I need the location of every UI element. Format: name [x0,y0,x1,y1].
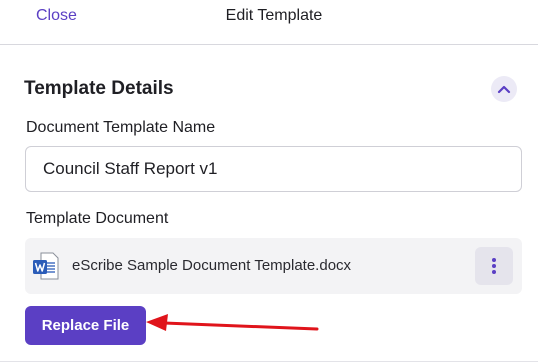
header-title: Edit Template [225,7,323,24]
section-title: Template Details [24,78,174,99]
template-name-label: Document Template Name [26,119,216,136]
chevron-up-icon [497,85,511,94]
annotation-arrow [146,314,319,331]
file-name: eScribe Sample Document Template.docx [72,257,352,274]
collapse-section-button[interactable] [491,76,517,102]
file-menu-button[interactable] [475,247,513,285]
replace-file-button[interactable]: Replace File [25,306,146,345]
template-file-row: eScribe Sample Document Template.docx [25,238,522,294]
more-vertical-icon [492,258,496,274]
template-name-input[interactable] [25,146,522,192]
panel-header: Close Edit Template [0,0,538,45]
word-document-icon [33,252,59,280]
edit-template-panel: Close Edit Template Template Details Doc… [0,0,538,362]
template-document-label: Template Document [26,210,169,227]
